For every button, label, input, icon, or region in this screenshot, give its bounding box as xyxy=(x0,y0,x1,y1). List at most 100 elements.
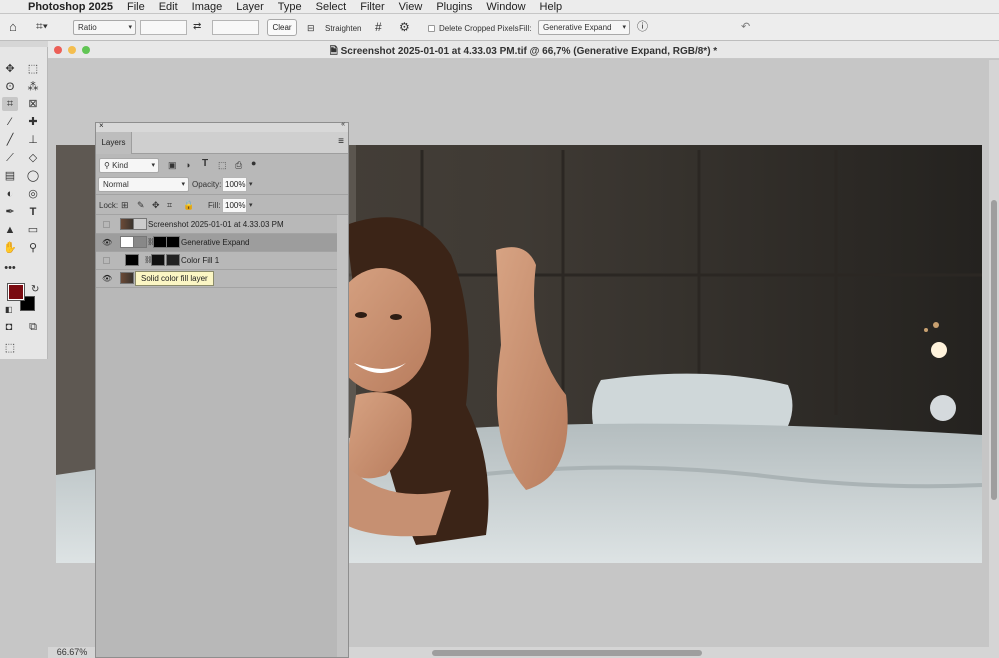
opacity-chevron-icon[interactable]: ▾ xyxy=(249,179,253,191)
blend-mode-select[interactable]: Normal ▾ xyxy=(98,177,189,192)
menu-image[interactable]: Image xyxy=(192,1,223,13)
sponge-tool-icon[interactable]: ◎ xyxy=(25,187,41,201)
clear-button[interactable]: Clear xyxy=(267,19,297,36)
vertical-scroll-thumb[interactable] xyxy=(991,200,997,500)
menu-view[interactable]: View xyxy=(399,1,423,13)
brush-tool-icon[interactable]: ╱ xyxy=(2,133,18,147)
menu-type[interactable]: Type xyxy=(278,1,302,13)
menu-edit[interactable]: Edit xyxy=(159,1,178,13)
fill-input[interactable]: 100% xyxy=(222,198,247,213)
generative-fill-icon[interactable]: ⬚ xyxy=(2,341,18,355)
lock-artboard-icon[interactable]: ⌗ xyxy=(167,199,172,211)
lock-all-icon[interactable]: 🔒 xyxy=(183,199,194,211)
path-selection-icon[interactable]: ▲ xyxy=(2,223,18,237)
eraser-icon[interactable]: ◇ xyxy=(25,151,41,165)
smart-object-filter-icon[interactable]: ⎙ xyxy=(235,159,242,171)
fill-thumbnail xyxy=(153,236,167,248)
eyedropper-icon[interactable]: ⁄ xyxy=(2,115,18,129)
menu-layer[interactable]: Layer xyxy=(236,1,264,13)
tools-panel-header[interactable] xyxy=(0,41,48,47)
shape-filter-icon[interactable]: ⬚ xyxy=(218,159,227,171)
app-menu[interactable]: Photoshop 2025 xyxy=(28,1,113,13)
home-icon[interactable]: ⌂ xyxy=(9,20,17,33)
straighten-label[interactable]: Straighten xyxy=(325,24,361,33)
horizontal-scroll-thumb[interactable] xyxy=(432,650,702,656)
lock-transparency-icon[interactable]: ⊞ xyxy=(121,199,129,211)
fill-select[interactable]: Generative Expand ▾ xyxy=(538,20,630,35)
lock-pixels-icon[interactable]: ✎ xyxy=(137,199,145,211)
gear-icon[interactable]: ⚙ xyxy=(399,21,410,33)
collapse-icon[interactable]: « xyxy=(341,121,345,128)
document-title-bar: 🗎 Screenshot 2025-01-01 at 4.33.03 PM.ti… xyxy=(48,41,999,59)
eye-icon[interactable]: 👁 xyxy=(102,275,112,283)
ratio-select[interactable]: Ratio ▾ xyxy=(73,20,136,35)
info-icon[interactable]: ⓘ xyxy=(637,21,648,33)
crop-tool-icon[interactable]: ⌗ xyxy=(2,97,18,111)
menu-help[interactable]: Help xyxy=(540,1,563,13)
adjustment-filter-icon[interactable]: ◑ xyxy=(185,159,190,171)
panel-menu-icon[interactable]: ≡ xyxy=(338,136,344,147)
visibility-toggle[interactable] xyxy=(103,257,110,264)
filter-toggle-icon[interactable]: ● xyxy=(251,157,256,169)
layer-row[interactable]: Screenshot 2025-01-01 at 4.33.03 PM xyxy=(96,216,337,234)
kind-filter-label: Kind xyxy=(112,161,129,170)
tab-layers[interactable]: Layers xyxy=(96,132,132,154)
layer-row[interactable]: 👁 xyxy=(96,270,337,288)
swap-icon[interactable]: ⇄ xyxy=(193,21,201,33)
layers-panel-header[interactable]: × « xyxy=(96,121,348,132)
menu-filter[interactable]: Filter xyxy=(360,1,384,13)
layer-name[interactable]: Generative Expand xyxy=(181,238,250,247)
menu-plugins[interactable]: Plugins xyxy=(436,1,472,13)
hand-tool-icon[interactable]: ✋ xyxy=(2,241,18,255)
magic-wand-icon[interactable]: ⁂ xyxy=(25,80,41,94)
height-input[interactable] xyxy=(212,20,259,35)
vertical-scrollbar[interactable] xyxy=(989,60,999,650)
menu-file[interactable]: File xyxy=(127,1,145,13)
lock-position-icon[interactable]: ✥ xyxy=(152,199,160,211)
pen-tool-icon[interactable]: ✒ xyxy=(2,205,18,219)
document-title-text: Screenshot 2025-01-01 at 4.33.03 PM.tif … xyxy=(340,46,718,57)
layers-scrollbar[interactable] xyxy=(337,215,348,657)
eye-icon[interactable]: 👁 xyxy=(102,239,112,247)
menu-select[interactable]: Select xyxy=(316,1,347,13)
blur-tool-icon[interactable]: ◯ xyxy=(25,169,41,183)
undo-icon[interactable]: ↶ xyxy=(741,21,750,33)
move-tool-icon[interactable]: ✥ xyxy=(2,62,18,76)
menu-window[interactable]: Window xyxy=(486,1,525,13)
history-brush-icon[interactable]: ⟋ xyxy=(2,151,18,165)
type-tool-icon[interactable]: T xyxy=(25,205,41,219)
marquee-tool-icon[interactable]: ⬚ xyxy=(25,62,41,76)
rectangle-tool-icon[interactable]: ▭ xyxy=(25,223,41,237)
layer-row-selected[interactable]: 👁 ⛓ Generative Expand xyxy=(96,234,337,252)
default-colors-icon[interactable]: ◧ xyxy=(5,304,13,316)
healing-brush-icon[interactable]: ✚ xyxy=(25,115,41,129)
kind-filter-select[interactable]: ⚲ Kind ▾ xyxy=(99,158,159,173)
dodge-tool-icon[interactable]: ◐ xyxy=(2,187,18,201)
frame-tool-icon[interactable]: ⊠ xyxy=(25,97,41,111)
visibility-toggle[interactable] xyxy=(103,221,110,228)
layer-thumbnail xyxy=(120,272,134,284)
straighten-icon[interactable]: ⊟ xyxy=(307,22,315,34)
swap-colors-icon[interactable]: ↻ xyxy=(31,284,39,296)
opacity-input[interactable]: 100% xyxy=(222,177,247,192)
layer-name[interactable]: Color Fill 1 xyxy=(181,256,219,265)
layer-name[interactable]: Screenshot 2025-01-01 at 4.33.03 PM xyxy=(148,220,284,229)
stamp-tool-icon[interactable]: ⊥ xyxy=(25,133,41,147)
close-icon[interactable]: × xyxy=(99,121,104,130)
grid-overlay-icon[interactable]: # xyxy=(375,21,382,33)
type-filter-icon[interactable]: T xyxy=(202,158,208,170)
zoom-level[interactable]: 66.67% xyxy=(48,647,96,658)
lasso-tool-icon[interactable]: ʘ xyxy=(2,80,18,94)
fill-chevron-icon[interactable]: ▾ xyxy=(249,200,253,212)
crop-tool-preset-icon[interactable]: ⌗▾ xyxy=(36,20,48,32)
screen-mode-icon[interactable]: ⧉ xyxy=(25,320,41,334)
foreground-color-swatch[interactable] xyxy=(7,283,25,301)
delete-cropped-checkbox[interactable] xyxy=(428,25,435,32)
zoom-tool-icon[interactable]: ⚲ xyxy=(25,241,41,255)
gradient-tool-icon[interactable]: ▤ xyxy=(2,169,18,183)
pixel-filter-icon[interactable]: ▣ xyxy=(168,159,177,171)
layer-row[interactable]: ⛓ Color Fill 1 xyxy=(96,252,337,270)
width-input[interactable] xyxy=(140,20,187,35)
quick-mask-icon[interactable]: ◘ xyxy=(1,320,17,334)
more-tools-icon[interactable]: ••• xyxy=(2,261,18,275)
